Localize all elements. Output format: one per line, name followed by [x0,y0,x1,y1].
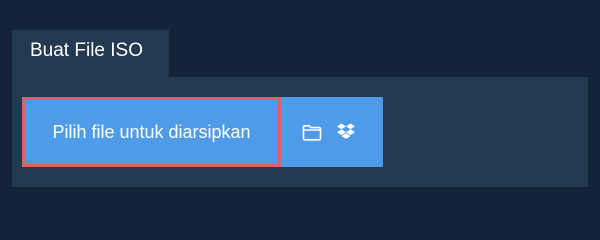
dropbox-button[interactable] [335,121,357,143]
tab-label: Buat File ISO [30,40,143,61]
dropbox-icon [337,123,355,139]
upload-button-group: Pilih file untuk diarsipkan [22,97,383,167]
choose-file-button[interactable]: Pilih file untuk diarsipkan [22,97,281,167]
upload-panel: Pilih file untuk diarsipkan [12,77,588,187]
tab-create-iso[interactable]: Buat File ISO [12,30,169,77]
folder-icon [302,124,322,141]
choose-file-label: Pilih file untuk diarsipkan [52,121,251,142]
page: Buat File ISO Pilih file untuk diarsipka… [0,0,600,230]
folder-button[interactable] [301,121,323,143]
upload-source-buttons [281,97,383,167]
